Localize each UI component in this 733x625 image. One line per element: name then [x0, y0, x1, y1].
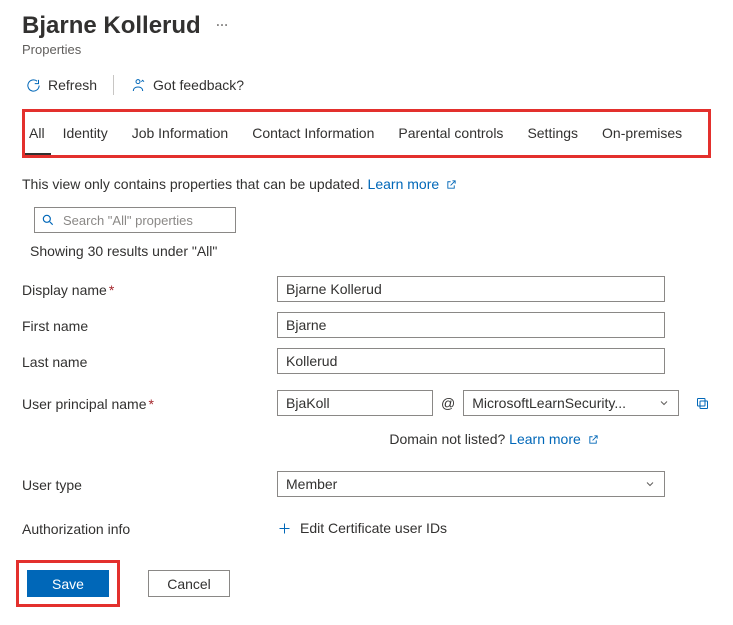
- results-count: Showing 30 results under "All": [30, 243, 711, 259]
- row-authorization-info: Authorization info Edit Certificate user…: [22, 510, 711, 546]
- domain-not-listed: Domain not listed? Learn more: [22, 431, 711, 448]
- edit-cert-ids-label: Edit Certificate user IDs: [300, 520, 447, 536]
- tabs-highlight-box: All Identity Job Information Contact Inf…: [22, 109, 711, 158]
- first-name-label: First name: [22, 316, 277, 334]
- info-message: This view only contains properties that …: [22, 176, 364, 192]
- refresh-button[interactable]: Refresh: [22, 73, 101, 97]
- upn-at: @: [441, 395, 455, 411]
- external-link-icon: [588, 432, 599, 448]
- row-user-type: User type Member: [22, 466, 711, 502]
- page-title: Bjarne Kollerud: [22, 12, 201, 40]
- save-button[interactable]: Save: [27, 570, 109, 597]
- feedback-button[interactable]: Got feedback?: [126, 73, 248, 97]
- domain-hint-text: Domain not listed?: [389, 431, 505, 447]
- tab-job-information[interactable]: Job Information: [120, 112, 241, 155]
- tab-settings[interactable]: Settings: [515, 112, 590, 155]
- display-name-input[interactable]: [277, 276, 665, 302]
- feedback-icon: [130, 77, 146, 93]
- user-type-select[interactable]: Member: [277, 471, 665, 497]
- upn-domain-select[interactable]: MicrosoftLearnSecurity...: [463, 390, 679, 416]
- page-subtitle: Properties: [22, 42, 711, 57]
- user-type-label: User type: [22, 475, 277, 493]
- upn-label: User principal name*: [22, 394, 277, 412]
- more-icon[interactable]: [215, 12, 233, 32]
- first-name-input[interactable]: [277, 312, 665, 338]
- search-input[interactable]: [61, 212, 229, 229]
- upn-inputs: @ MicrosoftLearnSecurity...: [277, 390, 710, 416]
- refresh-icon: [26, 78, 41, 93]
- required-asterisk: *: [149, 396, 154, 412]
- save-highlight-box: Save: [16, 560, 120, 607]
- upn-domain-value: MicrosoftLearnSecurity...: [472, 395, 626, 411]
- tab-identity[interactable]: Identity: [51, 112, 120, 155]
- info-text: This view only contains properties that …: [22, 176, 711, 193]
- page-header: Bjarne Kollerud: [22, 12, 711, 40]
- feedback-label: Got feedback?: [153, 77, 244, 93]
- row-first-name: First name: [22, 307, 711, 343]
- tab-on-premises[interactable]: On-premises: [590, 112, 694, 155]
- refresh-label: Refresh: [48, 77, 97, 93]
- user-type-value: Member: [286, 476, 337, 492]
- last-name-label: Last name: [22, 352, 277, 370]
- learn-more-label: Learn more: [368, 176, 440, 192]
- toolbar-separator: [113, 75, 114, 95]
- footer-actions: Save Cancel: [16, 560, 711, 607]
- search-input-wrap[interactable]: [34, 207, 236, 233]
- required-asterisk: *: [109, 282, 114, 298]
- external-link-icon: [446, 177, 457, 193]
- category-tabs: All Identity Job Information Contact Inf…: [25, 112, 708, 155]
- row-last-name: Last name: [22, 343, 711, 379]
- upn-local-input[interactable]: [277, 390, 433, 416]
- fields-section: Display name* First name Last name User …: [22, 271, 711, 546]
- auth-info-label: Authorization info: [22, 519, 277, 537]
- tab-contact-information[interactable]: Contact Information: [240, 112, 386, 155]
- search-icon: [41, 213, 55, 227]
- cancel-button[interactable]: Cancel: [148, 570, 230, 597]
- copy-icon[interactable]: [695, 396, 710, 411]
- domain-learn-more-link[interactable]: Learn more: [509, 431, 598, 447]
- row-upn: User principal name* @ MicrosoftLearnSec…: [22, 385, 711, 421]
- command-bar: Refresh Got feedback?: [22, 73, 711, 97]
- learn-more-link[interactable]: Learn more: [368, 176, 457, 192]
- properties-page: Bjarne Kollerud Properties Refresh Got f…: [0, 0, 733, 625]
- display-name-label: Display name*: [22, 280, 277, 298]
- chevron-down-icon: [658, 397, 670, 409]
- last-name-input[interactable]: [277, 348, 665, 374]
- tab-parental-controls[interactable]: Parental controls: [386, 112, 515, 155]
- tab-all[interactable]: All: [25, 112, 51, 155]
- edit-cert-ids-button[interactable]: Edit Certificate user IDs: [277, 520, 447, 536]
- row-display-name: Display name*: [22, 271, 711, 307]
- chevron-down-icon: [644, 478, 656, 490]
- plus-icon: [277, 521, 292, 536]
